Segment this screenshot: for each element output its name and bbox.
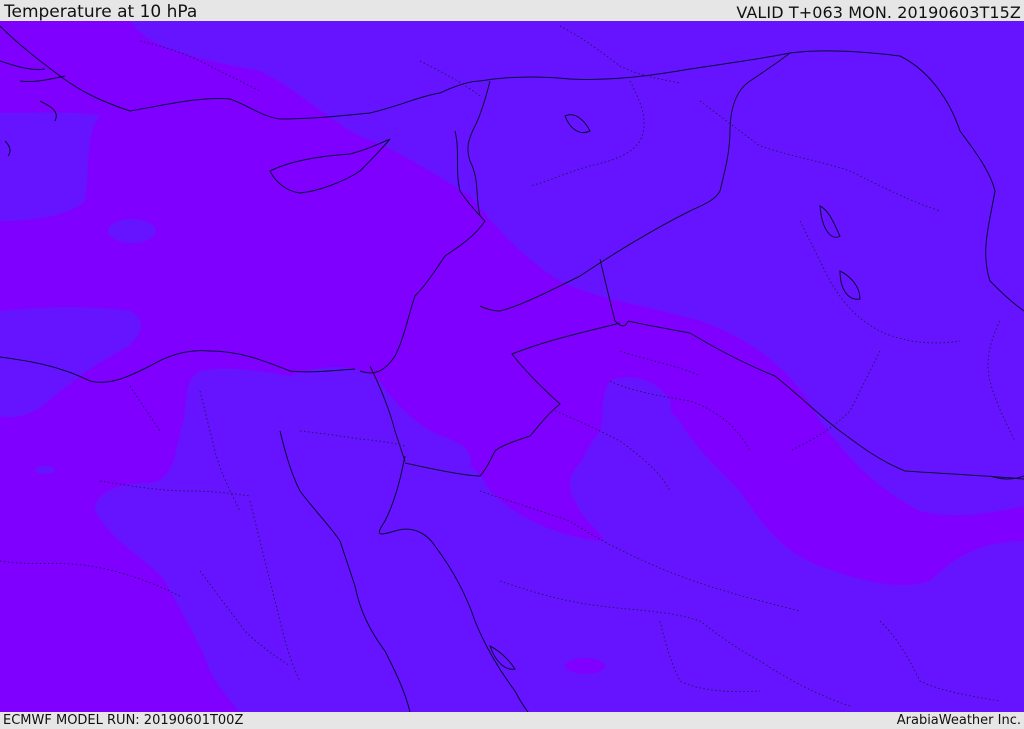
temperature-map-svg — [0, 21, 1024, 712]
map-footer: ECMWF MODEL RUN: 20190601T00Z ArabiaWeat… — [0, 712, 1024, 729]
cooler-patch-small — [108, 219, 156, 243]
cooler-patch-jordan — [548, 223, 576, 241]
cooler-patch-south — [35, 466, 55, 474]
weather-map[interactable] — [0, 21, 1024, 712]
warmer-patch-red-sea — [565, 658, 605, 674]
map-title: Temperature at 10 hPa — [4, 2, 198, 22]
model-run-label: ECMWF MODEL RUN: 20190601T00Z — [3, 713, 244, 728]
valid-time-label: VALID T+063 MON. 20190603T15Z — [736, 3, 1021, 22]
credit-label: ArabiaWeather Inc. — [896, 713, 1021, 728]
map-header: Temperature at 10 hPa VALID T+063 MON. 2… — [0, 0, 1024, 22]
